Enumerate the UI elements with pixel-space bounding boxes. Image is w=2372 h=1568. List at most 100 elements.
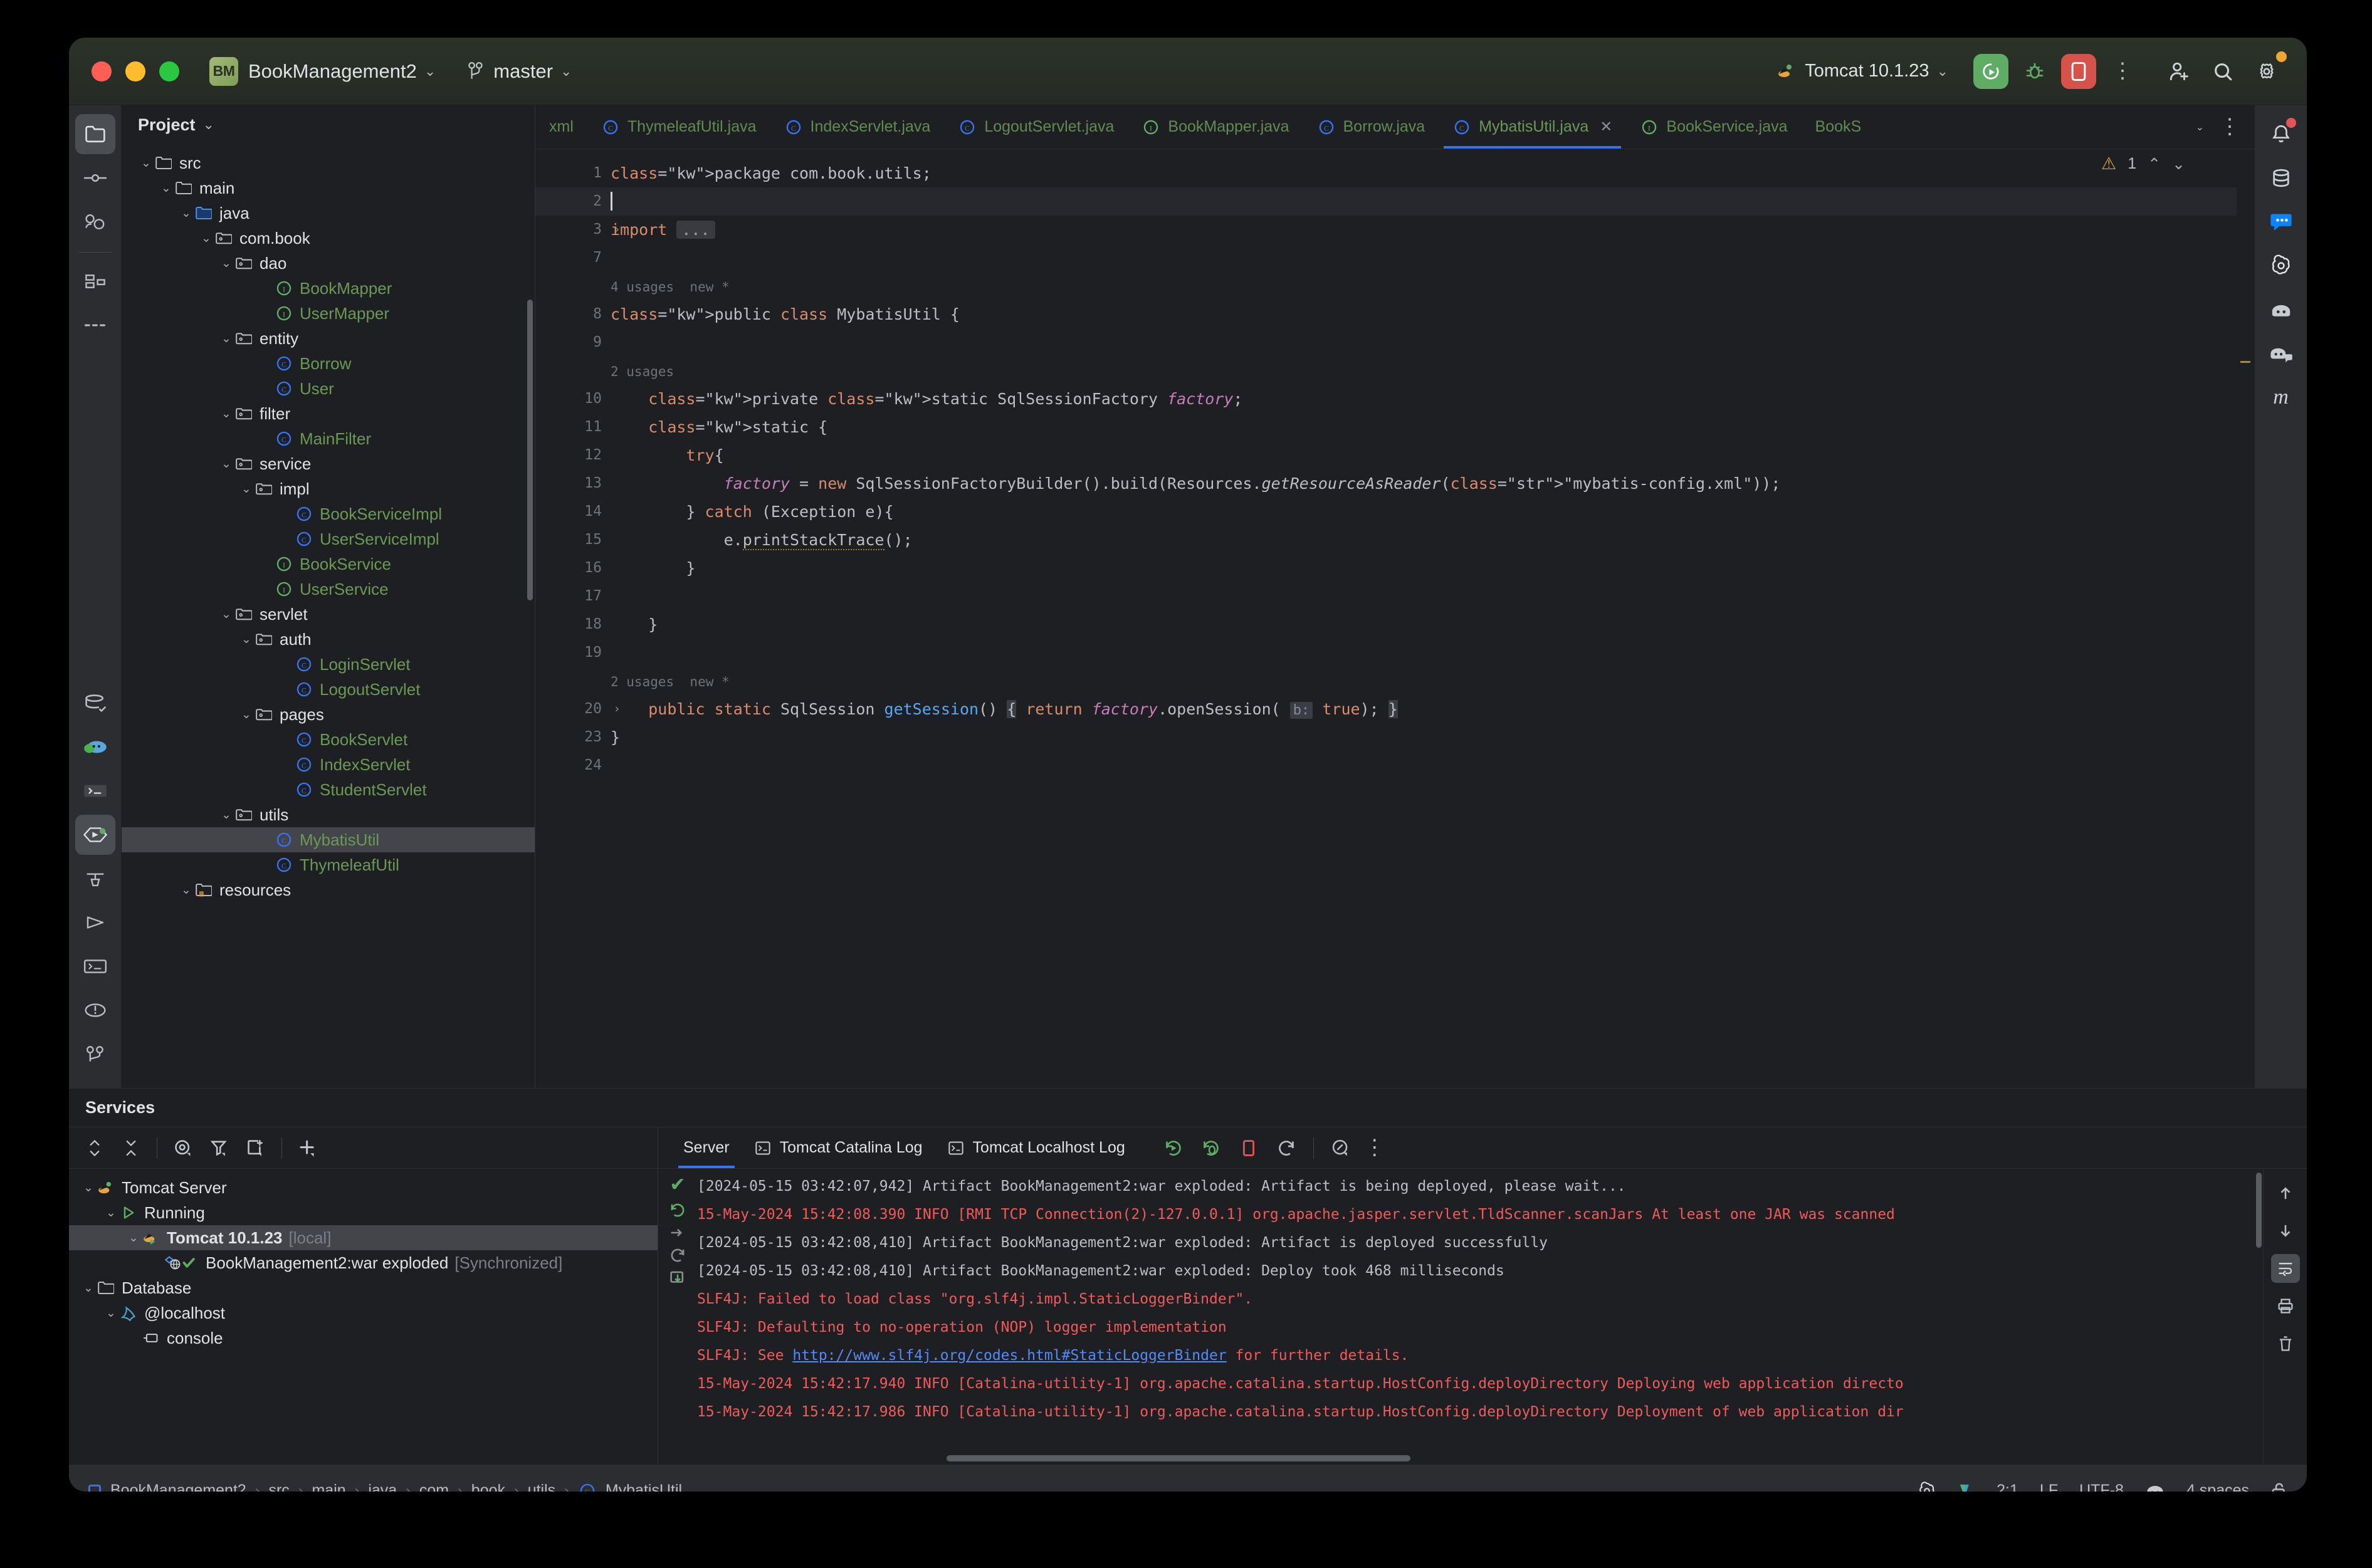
editor-scrollbar[interactable] [2237, 149, 2254, 1088]
project-tree-item[interactable]: ⌄IBookService [122, 551, 535, 577]
version-control-icon[interactable] [75, 1034, 115, 1074]
expand-arrow-icon[interactable]: ⌄ [158, 181, 174, 196]
console-tab[interactable]: Server [674, 1127, 738, 1168]
editor-tab[interactable]: C Borrow.java [1303, 105, 1439, 149]
editor-tab[interactable]: I BookService.java [1626, 105, 1801, 149]
code-editor[interactable]: 1 2 3 › 7 8 9 10 11 12 13 14 15 16 17 18 19 20 › 23 24 class… [535, 149, 2254, 1088]
maven-icon[interactable]: m [2261, 377, 2301, 417]
clear-all-icon[interactable] [2271, 1329, 2300, 1358]
more-options-button[interactable]: ⋮ [2105, 54, 2140, 89]
restart-gutter-icon[interactable] [669, 1247, 686, 1263]
breadcrumb-item[interactable]: utils [528, 1482, 555, 1492]
editor-tab[interactable]: C LogoutServlet.java [944, 105, 1128, 149]
services-tree-item[interactable]: ⌄ @localhost [69, 1300, 658, 1325]
previous-problem-icon[interactable]: ⌃ [2148, 155, 2161, 174]
project-tree-item[interactable]: ⌄CLoginServlet [122, 652, 535, 677]
expand-arrow-icon[interactable]: ⌄ [80, 1181, 97, 1195]
chevron-down-icon[interactable]: ⌄ [203, 117, 214, 133]
chat-icon[interactable] [2261, 202, 2301, 242]
breadcrumb-item[interactable]: java [368, 1482, 397, 1492]
project-tree-item[interactable]: ⌄IBookMapper [122, 276, 535, 301]
expand-arrow-icon[interactable]: ⌄ [198, 231, 214, 246]
git-branch-widget[interactable]: master ⌄ [467, 60, 572, 83]
expand-arrow-icon[interactable]: ⌄ [218, 607, 234, 622]
collapse-all-icon[interactable] [117, 1134, 145, 1163]
openai-icon[interactable] [2261, 246, 2301, 286]
project-tree-item[interactable]: ⌄ java [122, 201, 535, 226]
rerun-icon[interactable] [1159, 1134, 1188, 1163]
project-tree-item[interactable]: ⌄CUser [122, 376, 535, 401]
console-horizontal-scrollbar[interactable] [658, 1455, 2263, 1461]
project-tree-item[interactable]: ⌄ servlet [122, 602, 535, 627]
expand-arrow-icon[interactable]: ⌄ [238, 482, 255, 496]
expand-arrow-icon[interactable]: ⌄ [218, 457, 234, 471]
close-tab-icon[interactable]: ✕ [1600, 118, 1612, 136]
commit-icon[interactable] [75, 158, 115, 198]
project-name[interactable]: BookManagement2 [248, 60, 417, 83]
print-icon[interactable] [2271, 1292, 2300, 1320]
breadcrumb-item[interactable]: book [471, 1482, 505, 1492]
kebab-icon[interactable]: ⋮ [1364, 1137, 1385, 1159]
services-tree[interactable]: ⌄ Tomcat Server ⌄ Running ⌄ Tomcat 10.1.23 [l… [69, 1169, 658, 1464]
services-tree-item[interactable]: ⌄ Database [69, 1275, 658, 1300]
project-tree-item[interactable]: ⌄ filter [122, 401, 535, 426]
expand-arrow-icon[interactable]: ⌄ [238, 632, 255, 647]
editor-tab[interactable]: C IndexServlet.java [770, 105, 945, 149]
vue-icon[interactable] [1958, 1482, 1975, 1492]
console-tab[interactable]: Tomcat Localhost Log [938, 1127, 1134, 1168]
project-tree-item[interactable]: ⌄ impl [122, 476, 535, 501]
project-tree-item[interactable]: ⌄CUserServiceImpl [122, 526, 535, 551]
breadcrumb-item[interactable]: src [268, 1482, 289, 1492]
expand-arrow-icon[interactable]: ⌄ [125, 1231, 142, 1245]
account-button[interactable] [2161, 54, 2196, 89]
settings-button[interactable] [2249, 51, 2287, 89]
expand-arrow-icon[interactable]: ⌄ [218, 808, 234, 822]
soft-wrap-icon[interactable] [2270, 1254, 2300, 1283]
close-window-button[interactable] [92, 61, 112, 81]
project-tree-item[interactable]: ⌄CThymeleafUtil [122, 852, 535, 877]
minimize-window-button[interactable] [125, 61, 145, 81]
chevron-down-icon[interactable]: ⌄ [424, 63, 436, 80]
structure-icon[interactable] [75, 261, 115, 301]
stop-icon[interactable] [1234, 1134, 1263, 1163]
project-tree-item[interactable]: ⌄CStudentServlet [122, 777, 535, 802]
expand-arrow-icon[interactable]: ⌄ [178, 883, 194, 897]
breadcrumb-item[interactable]: MybatisUtil [606, 1482, 682, 1492]
expand-arrow-icon[interactable]: ⌄ [218, 256, 234, 271]
project-icon[interactable] [75, 114, 115, 154]
services-tree-item[interactable]: ⌄ Tomcat 10.1.23 [local] [69, 1225, 658, 1250]
inlay-hint[interactable]: 2 usages new * [611, 667, 2254, 695]
breadcrumb-item[interactable]: main [312, 1482, 345, 1492]
ai-assistant-icon[interactable] [75, 727, 115, 767]
unlock-icon[interactable] [2270, 1482, 2288, 1492]
stop-button[interactable] [2061, 53, 2096, 89]
inlay-hint[interactable]: 4 usages new * [611, 272, 2254, 300]
project-tree-item[interactable]: ⌄IUserService [122, 577, 535, 602]
editor-tab[interactable]: xml [535, 105, 587, 149]
codegeex-icon[interactable] [2145, 1483, 2165, 1492]
terminal-icon[interactable] [75, 771, 115, 811]
breadcrumb-item[interactable]: BookManagement2 [110, 1482, 246, 1492]
project-tree-item[interactable]: ⌄IUserMapper [122, 301, 535, 326]
terminal2-icon[interactable] [75, 946, 115, 986]
console-tab-bar[interactable]: Server Tomcat Catalina Log Tomcat Localhos… [658, 1127, 2307, 1169]
console-vertical-scrollbar[interactable] [2256, 1173, 2262, 1248]
project-tree-item[interactable]: ⌄ utils [122, 802, 535, 827]
expand-arrow-icon[interactable]: ⌄ [218, 332, 234, 346]
codegeex-chat-icon[interactable] [2261, 333, 2301, 374]
console-output[interactable]: [2024-05-15 03:42:07,942] Artifact BookM… [697, 1169, 2263, 1464]
project-tree-item[interactable]: ⌄ pages [122, 702, 535, 727]
project-tree-item[interactable]: ⌄CMainFilter [122, 426, 535, 451]
problems-icon[interactable] [75, 990, 115, 1030]
services-tree-item[interactable]: ⌄ Tomcat Server [69, 1175, 658, 1200]
project-tree-item[interactable]: ⌄ auth [122, 627, 535, 652]
expand-all-icon[interactable] [80, 1134, 109, 1163]
line-separator[interactable]: LF [2040, 1482, 2058, 1492]
expand-arrow-icon[interactable]: ⌄ [178, 206, 194, 221]
database-icon[interactable] [2261, 158, 2301, 198]
tab-overflow-button[interactable]: ⌄ ⋮ [2182, 105, 2254, 149]
profile-icon[interactable] [1326, 1134, 1355, 1163]
expand-arrow-icon[interactable]: ⌄ [238, 708, 255, 722]
project-tree-item[interactable]: ⌄ src [122, 150, 535, 175]
project-tree-scrollbar[interactable] [527, 300, 533, 600]
